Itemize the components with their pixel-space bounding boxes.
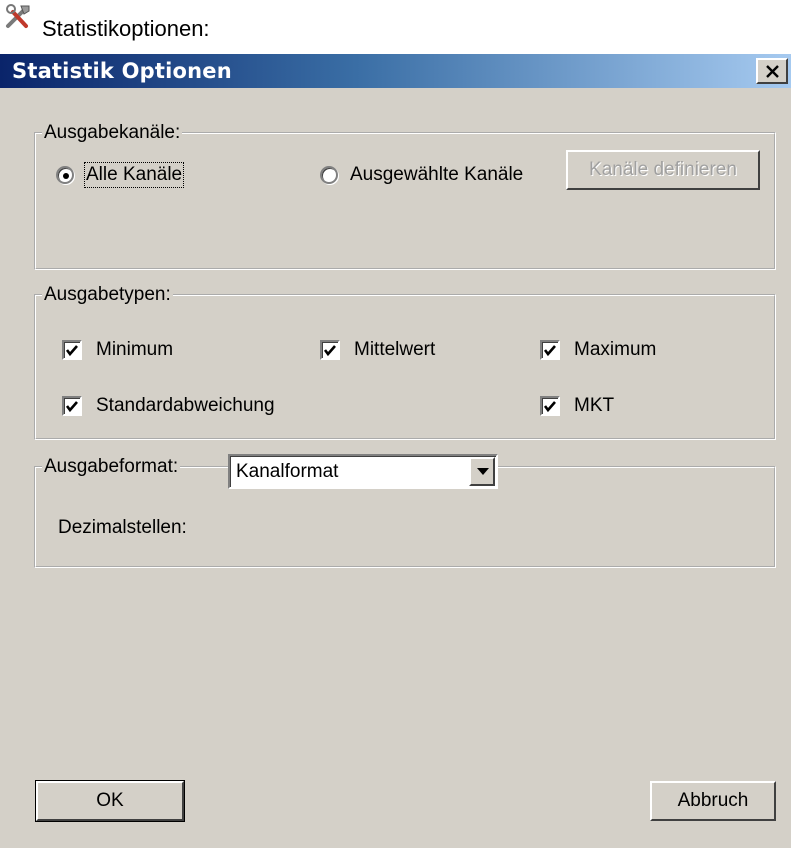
ok-label: OK (96, 790, 124, 811)
tools-icon (4, 2, 34, 30)
cancel-label: Abbruch (677, 790, 749, 811)
label-mkt[interactable]: MKT (574, 395, 614, 417)
checkbox-mkt[interactable] (540, 396, 560, 416)
close-button[interactable] (756, 58, 788, 84)
decimals-select-value: Kanalformat (236, 461, 339, 482)
define-channels-label: Kanäle definieren (589, 159, 737, 180)
dialog-title: Statistik Optionen (12, 59, 232, 83)
decimals-label: Dezimalstellen: (58, 517, 187, 538)
radio-selected-channels-label[interactable]: Ausgewählte Kanäle (350, 164, 523, 186)
ok-button[interactable]: OK (35, 780, 185, 822)
caption-row: Statistikoptionen: (0, 0, 791, 44)
dialog-titlebar[interactable]: Statistik Optionen (0, 54, 791, 88)
label-std-deviation[interactable]: Standardabweichung (96, 395, 275, 417)
decimals-select[interactable]: Kanalformat (228, 454, 498, 489)
checkbox-maximum[interactable] (540, 340, 560, 360)
label-mean[interactable]: Mittelwert (354, 339, 435, 361)
label-minimum[interactable]: Minimum (96, 339, 173, 361)
caption-text: Statistikoptionen: (42, 16, 210, 41)
radio-all-channels[interactable] (56, 166, 74, 184)
dropdown-button[interactable] (469, 457, 495, 486)
label-maximum[interactable]: Maximum (574, 339, 656, 361)
output-types-legend: Ausgabetypen: (44, 284, 171, 305)
checkbox-mean[interactable] (320, 340, 340, 360)
radio-selected-dot (63, 173, 69, 179)
cancel-button[interactable]: Abbruch (650, 781, 776, 821)
statistics-options-dialog: Statistik Optionen Ausgabekanäle: Alle K… (0, 54, 791, 848)
checkbox-std-deviation[interactable] (62, 396, 82, 416)
radio-selected-channels[interactable] (320, 166, 338, 184)
define-channels-button[interactable]: Kanäle definieren (566, 150, 760, 190)
output-format-legend: Ausgabeformat: (44, 456, 179, 477)
output-channels-legend: Ausgabekanäle: (44, 122, 181, 143)
radio-all-channels-label[interactable]: Alle Kanäle (83, 162, 185, 188)
checkbox-minimum[interactable] (62, 340, 82, 360)
output-channels-group: Ausgabekanäle: (34, 122, 776, 270)
